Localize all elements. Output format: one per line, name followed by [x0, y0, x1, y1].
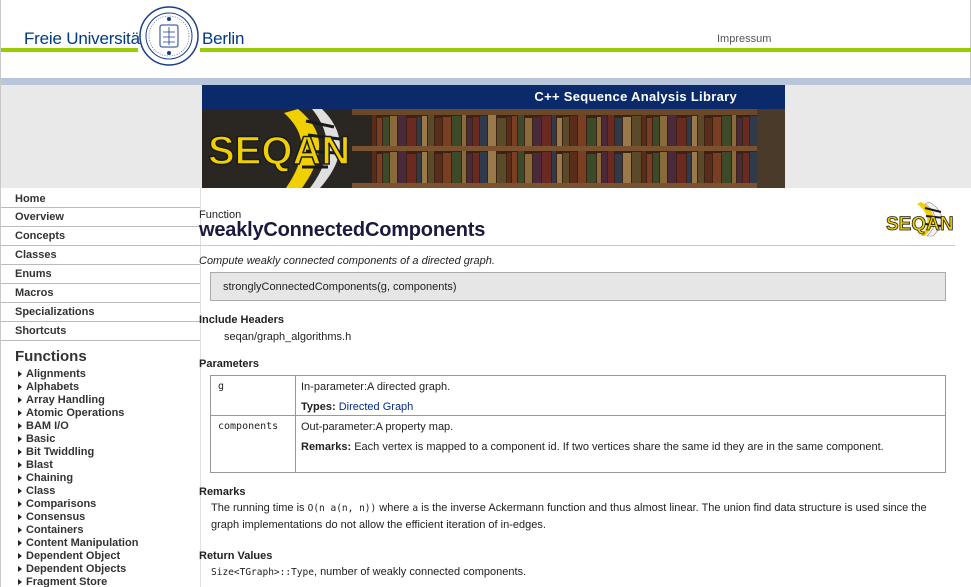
- university-name-left[interactable]: Freie Universität: [24, 29, 145, 49]
- seqan-banner: C++ Sequence Analysis Library SEQAN: [202, 85, 785, 188]
- function-group-array-handling[interactable]: Array Handling: [1, 394, 200, 407]
- sidebar-item-macros[interactable]: Macros: [1, 284, 200, 303]
- function-group-dependent-objects[interactable]: Dependent Objects: [1, 563, 200, 576]
- function-group-blast[interactable]: Blast: [1, 459, 200, 472]
- expand-triangle-icon: [18, 436, 22, 442]
- param-types-label: Types:: [301, 401, 336, 413]
- include-headers-heading: Include Headers: [199, 314, 284, 326]
- expand-triangle-icon: [18, 488, 22, 494]
- function-group-containers[interactable]: Containers: [1, 524, 200, 537]
- sidebar-item-label: Home: [15, 193, 46, 205]
- include-file: seqan/graph_algorithms.h: [224, 331, 352, 343]
- sidebar-item-label: Specializations: [15, 306, 95, 318]
- sidebar-item-classes[interactable]: Classes: [1, 246, 200, 265]
- function-group-chaining[interactable]: Chaining: [1, 472, 200, 485]
- sidebar-item-label: Classes: [15, 249, 57, 261]
- expand-triangle-icon: [18, 566, 22, 572]
- sidebar-item-label: Macros: [15, 287, 54, 299]
- table-row: components Out-parameter:A property map.…: [211, 416, 945, 472]
- header-blue-band: [1, 78, 971, 85]
- expand-triangle-icon: [18, 449, 22, 455]
- function-signature: stronglyConnectedComponents(g, component…: [223, 281, 457, 293]
- sidebar-item-specializations[interactable]: Specializations: [1, 303, 200, 322]
- expand-triangle-icon: [18, 397, 22, 403]
- function-group-dependent-object[interactable]: Dependent Object: [1, 550, 200, 563]
- page-title: weaklyConnectedComponents: [199, 219, 486, 241]
- return-value-text: Size<TGraph>::Type, number of weakly con…: [211, 566, 527, 578]
- page-body: C++ Sequence Analysis Library SEQAN Home…: [0, 85, 971, 587]
- param-description: Out-parameter:A property map.: [301, 421, 454, 433]
- expand-triangle-icon: [18, 514, 22, 520]
- sidebar-item-label: Enums: [15, 268, 52, 280]
- function-group-consensus[interactable]: Consensus: [1, 511, 200, 524]
- code-running-time: O(n a(n, n)): [307, 503, 377, 514]
- main-content: Function weaklyConnectedComponents SEQAN…: [199, 188, 971, 587]
- param-remarks-text: Each vertex is mapped to a component id.…: [354, 441, 884, 453]
- expand-triangle-icon: [18, 423, 22, 429]
- expand-triangle-icon: [18, 540, 22, 546]
- param-types: Types: Directed Graph: [301, 400, 941, 415]
- parameters-heading: Parameters: [199, 358, 259, 370]
- sidebar: Home Overview Concepts Classes Enums Mac…: [1, 188, 200, 587]
- param-description: In-parameter:A directed graph.: [301, 381, 451, 393]
- expand-triangle-icon: [18, 553, 22, 559]
- return-type-code: Size<TGraph>::Type: [211, 567, 314, 578]
- param-remarks-label: Remarks:: [301, 441, 352, 453]
- seqan-small-logo-text: SEQAN: [886, 214, 954, 235]
- expand-triangle-icon: [18, 410, 22, 416]
- function-group-atomic-operations[interactable]: Atomic Operations: [1, 407, 200, 420]
- param-name: g: [218, 381, 225, 392]
- expand-triangle-icon: [18, 475, 22, 481]
- sidebar-item-label: Shortcuts: [15, 325, 67, 337]
- remarks-heading: Remarks: [199, 486, 246, 498]
- type-link-directed-graph[interactable]: Directed Graph: [339, 401, 414, 413]
- function-group-class[interactable]: Class: [1, 485, 200, 498]
- university-seal-icon[interactable]: [139, 6, 199, 66]
- param-name: components: [218, 421, 279, 432]
- remarks-text: The running time is O(n a(n, n)) where a…: [211, 502, 927, 531]
- function-group-basic[interactable]: Basic: [1, 433, 200, 446]
- expand-triangle-icon: [18, 384, 22, 390]
- banner-title: C++ Sequence Analysis Library: [534, 89, 737, 104]
- function-group-content-manipulation[interactable]: Content Manipulation: [1, 537, 200, 550]
- sidebar-item-concepts[interactable]: Concepts: [1, 227, 200, 246]
- function-summary: Compute weakly connected components of a…: [199, 255, 495, 267]
- seqan-logo-text: SEQAN: [208, 129, 350, 173]
- expand-triangle-icon: [18, 371, 22, 377]
- expand-triangle-icon: [18, 462, 22, 468]
- function-group-alignments[interactable]: Alignments: [1, 368, 200, 381]
- table-row: g In-parameter:A directed graph. Types: …: [211, 376, 945, 416]
- university-header: Freie Universität Berlin Impressum: [0, 0, 971, 86]
- library-bookshelf-image: SEQAN: [202, 109, 785, 188]
- expand-triangle-icon: [18, 579, 22, 585]
- function-group-comparisons[interactable]: Comparisons: [1, 498, 200, 511]
- parameters-table: g In-parameter:A directed graph. Types: …: [210, 375, 946, 473]
- expand-triangle-icon: [18, 527, 22, 533]
- sidebar-item-label: Overview: [15, 211, 64, 223]
- university-name-right[interactable]: Berlin: [202, 29, 244, 49]
- title-divider: [199, 245, 955, 246]
- banner-title-bar: C++ Sequence Analysis Library: [202, 85, 785, 109]
- param-remarks: Remarks: Each vertex is mapped to a comp…: [301, 440, 941, 455]
- return-values-heading: Return Values: [199, 550, 273, 562]
- sidebar-item-label: Concepts: [15, 230, 66, 242]
- sidebar-item-overview[interactable]: Overview: [1, 208, 200, 227]
- functions-heading[interactable]: Functions: [1, 348, 200, 368]
- function-group-fragment-store[interactable]: Fragment Store: [1, 576, 200, 587]
- expand-triangle-icon: [18, 501, 22, 507]
- sidebar-item-shortcuts[interactable]: Shortcuts: [1, 322, 200, 341]
- signature-box: stronglyConnectedComponents(g, component…: [210, 272, 946, 301]
- impressum-link[interactable]: Impressum: [717, 33, 771, 45]
- function-group-alphabets[interactable]: Alphabets: [1, 381, 200, 394]
- function-group-bit-twiddling[interactable]: Bit Twiddling: [1, 446, 200, 459]
- sidebar-item-enums[interactable]: Enums: [1, 265, 200, 284]
- sidebar-item-home[interactable]: Home: [1, 188, 200, 208]
- seqan-logo-icon[interactable]: SEQAN: [885, 200, 957, 238]
- function-group-bam-io[interactable]: BAM I/O: [1, 420, 200, 433]
